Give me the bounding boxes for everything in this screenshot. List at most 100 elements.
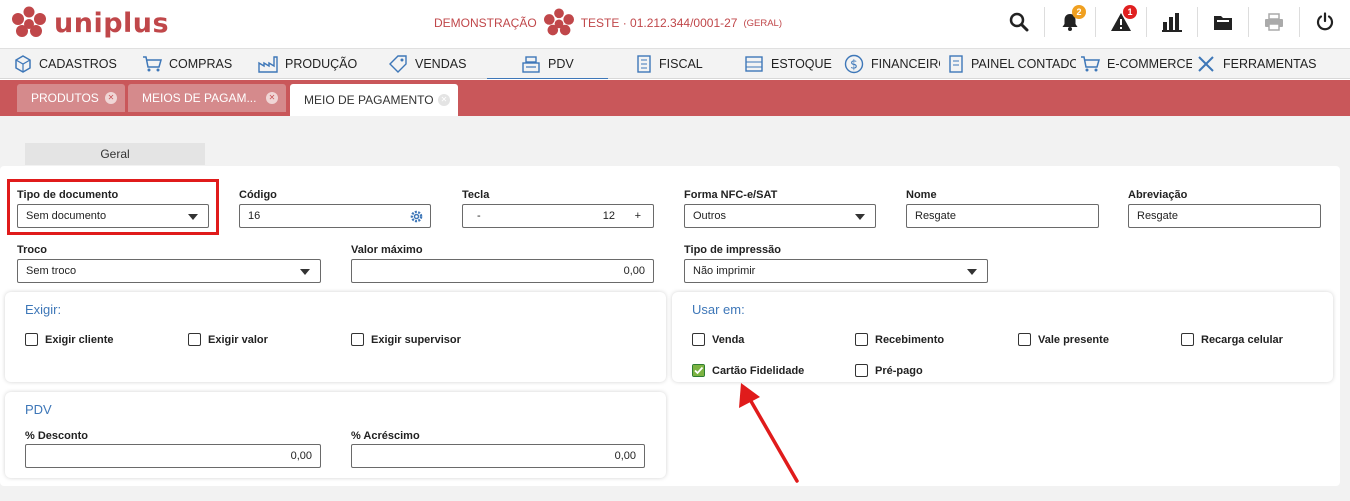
tab-label: PRODUTOS	[31, 91, 99, 105]
codigo-field[interactable]: 16	[239, 204, 431, 228]
troco-label: Troco	[17, 244, 47, 256]
exigir-cliente-checkbox[interactable]: Exigir cliente	[25, 333, 113, 346]
close-icon[interactable]: ✕	[266, 92, 278, 104]
desconto-field[interactable]: 0,00	[25, 444, 321, 468]
venda-checkbox[interactable]: Venda	[692, 333, 744, 346]
nav-producao[interactable]: PRODUÇÃO	[244, 49, 374, 79]
checkbox-box[interactable]	[692, 333, 705, 346]
checkbox-label: Venda	[712, 333, 745, 346]
forma-nfce-label: Forma NFC-e/SAT	[684, 189, 778, 201]
nav-compras[interactable]: COMPRAS	[128, 49, 244, 79]
tab-geral[interactable]: Geral	[25, 143, 205, 165]
stepper-value: 12	[602, 210, 615, 222]
acrescimo-field[interactable]: 0,00	[351, 444, 645, 468]
tipo-impressao-label: Tipo de impressão	[684, 244, 781, 256]
company-selector[interactable]: DEMONSTRAÇÃO TESTE · 01.212.344/0001-27 …	[434, 8, 782, 38]
checkbox-box[interactable]	[351, 333, 364, 346]
nav-label: E-COMMERCE	[1107, 57, 1192, 71]
nome-field[interactable]: Resgate	[906, 204, 1099, 228]
company-logo-icon	[543, 8, 574, 36]
bell-icon[interactable]: 2	[1045, 0, 1095, 44]
nav-ecommerce[interactable]: E-COMMERCE	[1076, 49, 1192, 79]
select-value: Sem troco	[26, 265, 77, 277]
tab-produtos[interactable]: PRODUTOS ✕	[17, 84, 125, 112]
power-icon[interactable]	[1300, 0, 1350, 44]
codigo-label: Código	[239, 189, 277, 201]
close-icon[interactable]: ✕	[438, 94, 450, 106]
nav-label: FERRAMENTAS	[1223, 57, 1317, 71]
tab-meios-de-pagamento[interactable]: MEIOS DE PAGAM... ✕	[128, 84, 286, 112]
checkbox-label: Exigir supervisor	[371, 333, 461, 346]
logo-icon	[12, 6, 46, 37]
troco-select[interactable]: Sem troco	[17, 259, 321, 283]
search-icon[interactable]	[994, 0, 1044, 44]
decrement-button[interactable]: -	[477, 210, 481, 222]
top-header: uniplus DEMONSTRAÇÃO TESTE · 01.212.344/…	[0, 0, 1350, 48]
pre-pago-checkbox[interactable]: Pré-pago	[855, 364, 923, 377]
valor-maximo-label: Valor máximo	[351, 244, 423, 256]
checkbox-label: Pré-pago	[875, 364, 923, 377]
tag-icon	[389, 55, 407, 73]
nav-financeiro[interactable]: $ FINANCEIRO	[834, 49, 940, 79]
nav-vendas[interactable]: VENDAS	[374, 49, 487, 79]
checkbox-box[interactable]	[1018, 333, 1031, 346]
nav-label: PAINEL CONTADOR	[971, 57, 1076, 71]
nav-label: ESTOQUE	[771, 57, 832, 71]
folder-icon[interactable]	[1198, 0, 1248, 44]
nav-pdv[interactable]: PDV	[487, 49, 608, 79]
checkbox-box[interactable]	[188, 333, 201, 346]
field-value: 0,00	[614, 450, 636, 462]
warehouse-icon	[745, 56, 763, 72]
abreviacao-field[interactable]: Resgate	[1128, 204, 1321, 228]
cartao-fidelidade-checkbox[interactable]: Cartão Fidelidade	[692, 364, 804, 377]
cart-icon	[143, 56, 162, 72]
recebimento-checkbox[interactable]: Recebimento	[855, 333, 944, 346]
close-icon[interactable]: ✕	[105, 92, 117, 104]
nav-fiscal[interactable]: FISCAL	[608, 49, 722, 79]
tab-label: MEIO DE PAGAMENTO	[304, 93, 434, 107]
nav-estoque[interactable]: ESTOQUE	[722, 49, 834, 79]
checkbox-label: Exigir valor	[208, 333, 268, 346]
valor-maximo-field[interactable]: 0,00	[351, 259, 654, 283]
tab-meio-de-pagamento[interactable]: MEIO DE PAGAMENTO ✕	[290, 84, 458, 116]
checkbox-box[interactable]	[1181, 333, 1194, 346]
dollar-icon: $	[844, 54, 864, 74]
vale-presente-checkbox[interactable]: Vale presente	[1018, 333, 1109, 346]
checkbox-box[interactable]	[855, 333, 868, 346]
company-prefix: DEMONSTRAÇÃO	[434, 16, 537, 30]
checkbox-box[interactable]	[25, 333, 38, 346]
abreviacao-label: Abreviação	[1128, 189, 1188, 201]
nav-painel-contador[interactable]: PAINEL CONTADOR	[940, 49, 1076, 79]
tecla-label: Tecla	[462, 189, 490, 201]
checkbox-box[interactable]	[855, 364, 868, 377]
tools-icon	[1198, 56, 1214, 72]
print-icon[interactable]	[1249, 0, 1299, 44]
chart-icon[interactable]	[1147, 0, 1197, 44]
checkbox-label: Exigir cliente	[45, 333, 114, 346]
svg-text:$: $	[850, 58, 858, 72]
tecla-stepper[interactable]: - 12 +	[462, 204, 654, 228]
exigir-supervisor-checkbox[interactable]: Exigir supervisor	[351, 333, 461, 346]
field-value: 0,00	[290, 450, 312, 462]
arrow-annotation-icon	[739, 383, 799, 483]
company-scope: (GERAL)	[743, 17, 783, 29]
checkbox-box[interactable]	[692, 364, 705, 377]
chevron-down-icon	[967, 269, 977, 275]
forma-nfce-select[interactable]: Outros	[684, 204, 876, 228]
header-actions: 2 1	[994, 0, 1350, 48]
nav-cadastros[interactable]: CADASTROS	[0, 49, 128, 79]
exigir-title: Exigir:	[25, 302, 62, 317]
exigir-valor-checkbox[interactable]: Exigir valor	[188, 333, 268, 346]
nav-ferramentas[interactable]: FERRAMENTAS	[1192, 49, 1350, 79]
recarga-celular-checkbox[interactable]: Recarga celular	[1181, 333, 1283, 346]
cube-icon	[15, 55, 31, 73]
increment-button[interactable]: +	[635, 210, 641, 222]
alert-icon[interactable]: 1	[1096, 0, 1146, 44]
select-value: Outros	[693, 210, 727, 222]
app-logo[interactable]: uniplus	[10, 6, 169, 40]
tab-label: MEIOS DE PAGAM...	[142, 91, 257, 105]
gear-icon[interactable]	[410, 210, 423, 223]
field-value: Resgate	[1137, 210, 1178, 222]
tipo-impressao-select[interactable]: Não imprimir	[684, 259, 988, 283]
nav-label: FISCAL	[659, 57, 703, 71]
